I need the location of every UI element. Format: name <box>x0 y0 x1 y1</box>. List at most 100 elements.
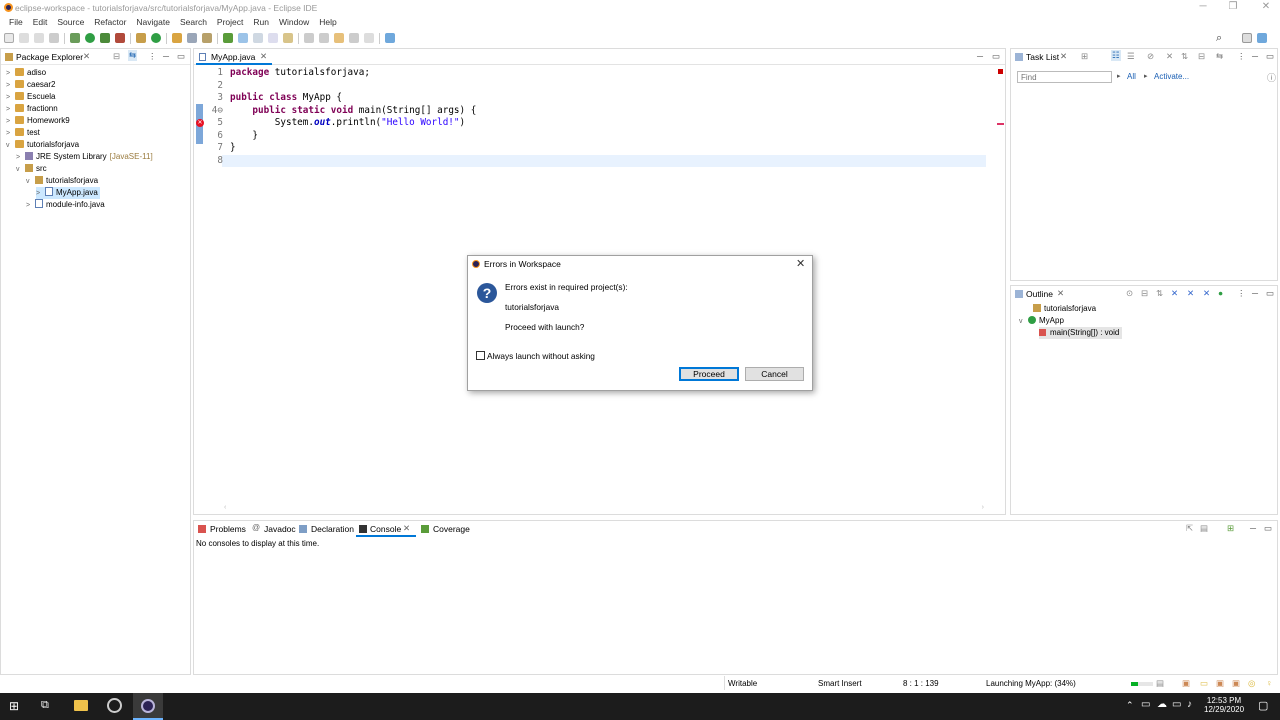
task-list-title[interactable]: Task List <box>1026 51 1059 63</box>
maximize-icon[interactable]: ▭ <box>1266 288 1274 299</box>
tree-item[interactable]: > Escuela <box>6 91 55 103</box>
maximize-icon[interactable]: ▭ <box>177 51 185 62</box>
close-window-button[interactable]: ✕ <box>1255 0 1277 15</box>
menu-run[interactable]: Run <box>248 15 274 29</box>
save-icon[interactable] <box>19 33 29 43</box>
terminal-icon[interactable] <box>49 33 59 43</box>
focus-icon[interactable]: ✕ <box>1166 51 1173 62</box>
new-class-icon[interactable] <box>151 33 161 43</box>
tree-item[interactable]: v tutorialsforjava <box>26 175 98 187</box>
whitespace-icon[interactable] <box>268 33 278 43</box>
windows-start-icon[interactable]: ⊞ <box>9 699 19 713</box>
help-icon[interactable]: ⓘ <box>1267 71 1276 84</box>
link-with-editor-icon[interactable]: ⇆ <box>128 50 138 61</box>
always-launch-checkbox[interactable] <box>476 351 485 360</box>
outline-title[interactable]: Outline <box>1026 288 1053 300</box>
view-menu-icon[interactable]: ⋮ <box>1237 51 1246 62</box>
progress-view-icon[interactable]: ▤ <box>1156 678 1164 689</box>
forward-icon[interactable] <box>364 33 374 43</box>
menu-window[interactable]: Window <box>274 15 314 29</box>
onedrive-icon[interactable]: ☁ <box>1157 699 1167 710</box>
battery-icon[interactable]: ▭ <box>1172 699 1181 710</box>
package-explorer-title[interactable]: Package Explorer <box>16 51 83 63</box>
minimize-icon[interactable]: ─ <box>163 51 169 61</box>
outline-item-package[interactable]: tutorialsforjava <box>1033 303 1096 315</box>
tab-console[interactable]: Console ✕ <box>356 521 416 537</box>
hide-local-types-icon[interactable]: ● <box>1218 288 1223 298</box>
open-console-icon[interactable]: ⊞ <box>1227 523 1234 534</box>
tray-icon-3[interactable]: ▣ <box>1216 678 1224 689</box>
tray-icon-1[interactable]: ▣ <box>1182 678 1190 689</box>
clock[interactable]: 12:53 PM 12/29/2020 <box>1204 696 1244 714</box>
focus-icon[interactable]: ⊙ <box>1126 288 1133 299</box>
horizontal-scrollbar[interactable]: ‹ › <box>224 504 984 512</box>
pin-editor-icon[interactable] <box>385 33 395 43</box>
tree-item[interactable]: > caesar2 <box>6 79 55 91</box>
minimize-icon[interactable]: ─ <box>1252 51 1258 61</box>
close-tab-icon[interactable]: ✕ <box>260 51 267 62</box>
chevron-down-icon[interactable]: v <box>26 176 35 188</box>
notifications-icon[interactable]: ▢ <box>1258 699 1268 712</box>
network-icon[interactable]: ▭ <box>1141 699 1150 710</box>
menu-search[interactable]: Search <box>175 15 212 29</box>
task-view-icon[interactable]: ⧉ <box>41 699 49 712</box>
last-edit-icon[interactable] <box>334 33 344 43</box>
new-package-icon[interactable] <box>136 33 146 43</box>
close-icon[interactable]: ✕ <box>796 257 805 270</box>
code-area[interactable]: 1 package tutorialsforjava; 2 3 public class… <box>199 67 979 187</box>
external-tools-icon[interactable] <box>115 33 125 43</box>
tab-javadoc[interactable]: Javadoc <box>264 523 296 535</box>
tray-icon-5[interactable]: ◎ <box>1248 678 1255 689</box>
minimize-icon[interactable]: ─ <box>1252 288 1258 298</box>
menu-project[interactable]: Project <box>212 15 248 29</box>
open-perspective-icon[interactable] <box>1242 33 1252 43</box>
link-icon[interactable]: ⇆ <box>1216 51 1223 62</box>
sync-icon[interactable]: ⇅ <box>1181 51 1188 62</box>
minimize-icon[interactable]: ─ <box>1250 523 1256 533</box>
menu-file[interactable]: File <box>4 15 28 29</box>
tree-item[interactable]: > module-info.java <box>26 199 105 211</box>
close-icon[interactable]: ✕ <box>1060 51 1067 62</box>
back-icon[interactable] <box>349 33 359 43</box>
chevron-down-icon[interactable]: v <box>16 164 25 176</box>
collapse-all-icon[interactable]: ⊟ <box>113 51 120 62</box>
tree-item[interactable]: v tutorialsforjava <box>6 139 79 151</box>
display-console-icon[interactable]: ▤ <box>1200 523 1208 534</box>
task-find-input[interactable] <box>1017 71 1112 83</box>
chevron-down-icon[interactable]: v <box>6 140 15 152</box>
tray-icon-2[interactable]: ▭ <box>1200 678 1208 689</box>
close-icon[interactable]: ✕ <box>83 51 90 62</box>
collapse-all-icon[interactable]: ⊟ <box>1141 288 1148 299</box>
show-hidden-icons-icon[interactable]: ⌃ <box>1126 700 1134 711</box>
chevron-down-icon[interactable]: v <box>1019 316 1028 328</box>
editor-tab-myapp[interactable]: MyApp.java ✕ <box>196 49 272 65</box>
debug-icon[interactable] <box>70 33 80 43</box>
outline-item-class[interactable]: v MyApp <box>1019 315 1064 327</box>
view-menu-icon[interactable]: ⋮ <box>148 51 157 62</box>
search-icon[interactable]: ⌕ <box>1216 32 1222 45</box>
open-type-icon[interactable] <box>172 33 182 43</box>
new-icon[interactable] <box>4 33 14 43</box>
menu-help[interactable]: Help <box>314 15 341 29</box>
view-menu-icon[interactable]: ⋮ <box>1237 288 1246 299</box>
browser-icon[interactable] <box>107 698 122 713</box>
new-task-icon[interactable]: ⊞ <box>1081 51 1088 62</box>
file-explorer-icon[interactable] <box>74 700 88 711</box>
java-perspective-icon[interactable] <box>1257 33 1267 43</box>
categorized-icon[interactable]: ☷ <box>1111 50 1121 61</box>
tab-coverage[interactable]: Coverage <box>433 523 470 535</box>
overview-error-marker[interactable] <box>997 123 1004 125</box>
collapse-all-icon[interactable]: ⊟ <box>1198 51 1205 62</box>
tree-item[interactable]: > test <box>6 127 40 139</box>
pilcrow-icon[interactable] <box>283 33 293 43</box>
menu-navigate[interactable]: Navigate <box>131 15 175 29</box>
next-annotation-icon[interactable] <box>304 33 314 43</box>
search-tool-icon[interactable] <box>202 33 212 43</box>
maximize-icon[interactable]: ▭ <box>992 51 1000 62</box>
tree-item[interactable]: > adiso <box>6 67 46 79</box>
chevron-right-icon[interactable]: > <box>26 200 35 212</box>
scheduled-icon[interactable]: ☰ <box>1127 51 1135 62</box>
tree-item[interactable]: v src <box>16 163 47 175</box>
coverage-icon[interactable] <box>100 33 110 43</box>
outline-item-method[interactable]: main(String[]) : void <box>1039 327 1123 339</box>
